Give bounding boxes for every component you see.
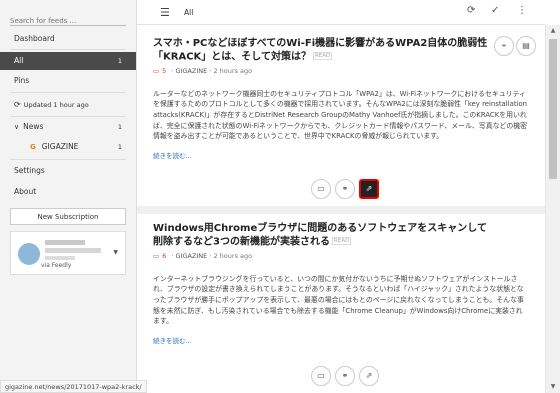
scrollbar[interactable]: ▲ ▼ — [545, 25, 560, 393]
article-time: 2 hours ago — [213, 66, 253, 75]
account-provider: via Feedly — [41, 262, 72, 269]
read-badge: READ — [331, 237, 352, 245]
gigazine-favicon-icon: G — [30, 143, 36, 151]
article-actions: ▭ ⚭ ⇗ — [311, 179, 387, 199]
redacted-email — [45, 248, 101, 253]
open-external-icon[interactable]: ⇗ — [359, 366, 379, 386]
sync-status-label: Updated 1 hour ago — [23, 101, 89, 109]
sidebar-item-dashboard[interactable]: Dashboard — [0, 30, 136, 48]
article-list: スマホ・PCなどほぼすべてのWi-Fi機器に影響があるWPA2自体の脆弱性「KR… — [137, 25, 545, 393]
article-title[interactable]: スマホ・PCなどほぼすべてのWi-Fi機器に影響があるWPA2自体の脆弱性「KR… — [153, 37, 493, 64]
read-more-link[interactable]: 続きを読む... — [153, 150, 533, 160]
redacted-detail — [45, 256, 75, 260]
pin-icon[interactable]: ⌖ — [494, 36, 514, 56]
search-field[interactable] — [10, 8, 126, 26]
link-status-bar: gigazine.net/news/20171017-wpa2-krack/ — [0, 380, 147, 393]
read-badge: READ — [312, 52, 333, 60]
article-meta: ▭ 6 · GIGAZINE · 2 hours ago — [153, 251, 253, 260]
sidebar-item-gigazine[interactable]: G GIGAZINE 1 — [0, 138, 136, 156]
page-title: All — [184, 8, 194, 17]
article-time: 2 hours ago — [213, 251, 253, 260]
scroll-up-arrow-icon[interactable]: ▲ — [546, 25, 560, 37]
sidebar-item-about[interactable]: About — [0, 183, 136, 201]
chevron-down-icon[interactable]: ∨ — [14, 118, 19, 136]
toolbar: ☰ All ⟳ ✓ ⋮ — [137, 0, 545, 25]
caret-down-icon[interactable]: ▼ — [113, 249, 118, 256]
article-actions: ▭ ⚭ ⇗ — [311, 366, 387, 386]
comment-icon: ▭ — [153, 66, 160, 75]
sidebar-item-all[interactable]: All 1 — [0, 52, 136, 70]
menu-icon[interactable]: ☰ — [160, 6, 170, 19]
article-view-icon[interactable]: ▤ — [516, 36, 536, 56]
scroll-thumb[interactable] — [549, 39, 557, 179]
sidebar-item-label: All — [14, 56, 24, 65]
article-separator — [137, 206, 545, 214]
article-title[interactable]: Windows用Chromeブラウザに問題のあるソフトウェアをスキャンして削除す… — [153, 222, 493, 249]
share-icon[interactable]: ⚭ — [335, 179, 355, 199]
sidebar-item-label: News — [23, 122, 44, 131]
sync-status[interactable]: ⟳ Updated 1 hour ago — [0, 96, 136, 114]
redacted-name — [45, 240, 85, 245]
divider — [10, 92, 126, 93]
divider — [10, 159, 126, 160]
article-source[interactable]: GIGAZINE — [176, 252, 208, 260]
avatar — [18, 243, 40, 265]
sidebar-item-label: About — [14, 187, 37, 196]
more-vert-icon[interactable]: ⋮ — [517, 5, 527, 16]
comment-count: 5 — [162, 66, 167, 75]
article-body: インターネットブラウジングを行っていると、いつの間にか気付かないうちに予期せぬソ… — [153, 274, 524, 326]
new-subscription-button[interactable]: New Subscription — [10, 208, 126, 225]
search-input[interactable] — [10, 17, 126, 25]
article-meta: ▭ 5 · GIGAZINE · 2 hours ago — [153, 66, 253, 75]
sidebar: Dashboard All 1 Pins ⟳Updated 1 hour ago… — [0, 0, 137, 393]
article-card: スマホ・PCなどほぼすべてのWi-Fi機器に影響があるWPA2自体の脆弱性「KR… — [153, 37, 533, 160]
check-icon[interactable]: ✓ — [491, 5, 499, 16]
scroll-down-arrow-icon[interactable]: ▼ — [546, 381, 560, 393]
read-more-link[interactable]: 続きを読む... — [153, 335, 533, 345]
preview-icon[interactable]: ▭ — [311, 366, 331, 386]
sidebar-item-pins[interactable]: Pins — [0, 72, 136, 90]
sidebar-item-label: GIGAZINE — [41, 142, 79, 151]
article-source[interactable]: GIGAZINE — [176, 67, 208, 75]
sidebar-item-news[interactable]: ∨ News 1 — [0, 118, 136, 136]
divider — [10, 116, 126, 117]
refresh-icon[interactable]: ⟳ — [467, 5, 475, 16]
sidebar-item-label: Pins — [14, 76, 30, 85]
preview-icon[interactable]: ▭ — [311, 179, 331, 199]
sidebar-item-label: Dashboard — [14, 34, 55, 43]
article-body: ルーターなどのネットワーク機器同士のセキュリティプロトコル「WPA2」は、Wi-… — [153, 89, 528, 141]
comment-icon: ▭ — [153, 251, 160, 260]
unread-count: 1 — [117, 143, 122, 151]
comment-count: 6 — [162, 251, 167, 260]
unread-count: 1 — [117, 57, 122, 65]
unread-count: 1 — [117, 123, 122, 131]
open-external-icon[interactable]: ⇗ — [359, 179, 379, 199]
article-card: Windows用Chromeブラウザに問題のあるソフトウェアをスキャンして削除す… — [153, 222, 533, 345]
sidebar-item-label: Settings — [14, 166, 45, 175]
account-card[interactable]: via Feedly ▼ — [10, 231, 126, 275]
divider — [10, 49, 126, 50]
share-icon[interactable]: ⚭ — [335, 366, 355, 386]
sidebar-item-settings[interactable]: Settings — [0, 162, 136, 180]
refresh-icon: ⟳ — [14, 100, 21, 109]
